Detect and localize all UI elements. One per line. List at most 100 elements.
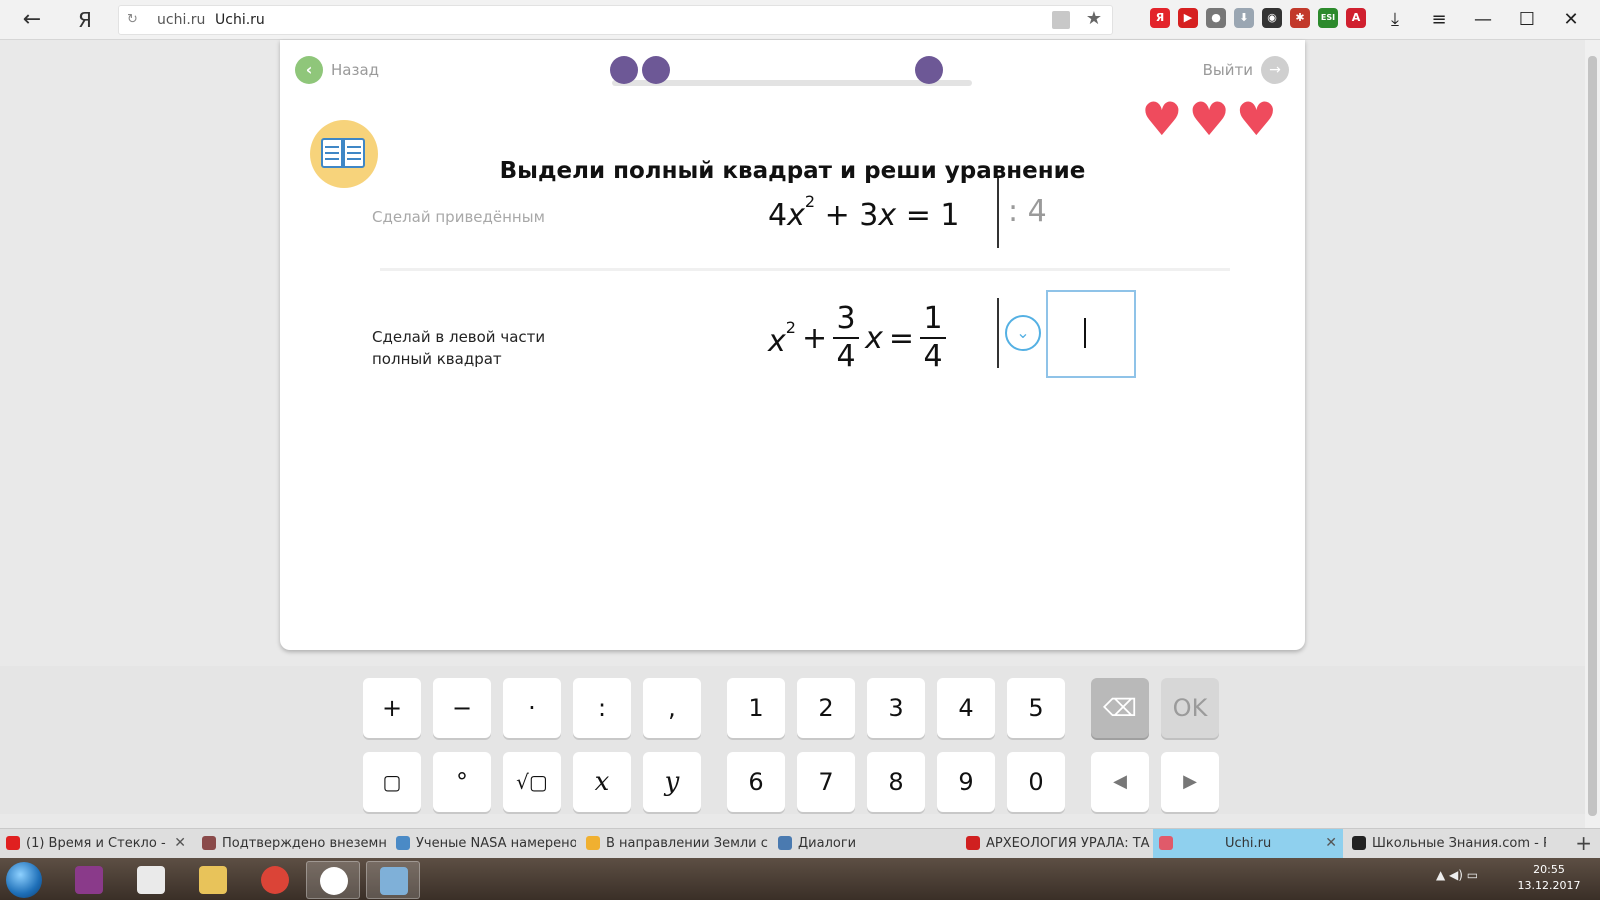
exit-label: Выйти: [1202, 61, 1253, 79]
tab-title: Школьные Знания.com - Р: [1372, 836, 1546, 851]
task-card: ‹ Назад Выйти → Выдели полный квадрат и …: [280, 40, 1305, 650]
minimize-icon[interactable]: —: [1468, 6, 1498, 34]
key-7[interactable]: 7: [797, 752, 855, 812]
downloads-icon[interactable]: ⤓: [1380, 6, 1410, 34]
browser-tab[interactable]: Подтверждено внеземное: [196, 829, 386, 858]
step1-label: Сделай приведённым: [372, 208, 545, 226]
bulb-icon[interactable]: ●: [1206, 8, 1226, 28]
taskbar-app-explorer[interactable]: [186, 861, 240, 899]
esi-icon[interactable]: ESI: [1318, 8, 1338, 28]
lock-icon[interactable]: [1052, 11, 1070, 29]
window-controls: ⤓ ≡ — ☐ ✕: [1380, 6, 1586, 34]
yandex-icon[interactable]: Я: [1150, 8, 1170, 28]
znania-icon: [1352, 836, 1366, 850]
right-arrow-icon[interactable]: ▶: [1161, 752, 1219, 812]
location-icon[interactable]: ◉: [1262, 8, 1282, 28]
extension-icons: Я ▶ ● ⬇ ◉ ✱ ESI A: [1150, 8, 1366, 28]
tab-close-icon[interactable]: ✕: [174, 829, 186, 858]
chat-icon: [778, 836, 792, 850]
key-8[interactable]: 8: [867, 752, 925, 812]
yandex-browser-icon: [320, 867, 348, 895]
browser-tab[interactable]: Ученые NASA намерено ск: [390, 829, 576, 858]
key-9[interactable]: 9: [937, 752, 995, 812]
page-scrollbar[interactable]: [1585, 40, 1600, 828]
taskbar-app-chrome[interactable]: [248, 861, 302, 899]
key-degree[interactable]: °: [433, 752, 491, 812]
reload-icon[interactable]: ↻: [127, 12, 138, 27]
start-button[interactable]: [6, 862, 42, 898]
uchi-icon: [1159, 836, 1173, 850]
browser-tab[interactable]: АРХЕОЛОГИЯ УРАЛА: ТАЙ: [960, 829, 1150, 858]
taskbar-clock[interactable]: 20:55 13.12.2017: [1514, 862, 1584, 894]
z-icon: [966, 836, 980, 850]
math-keypad: + − · : , 1 2 3 4 5 ⌫ OK ▢ ° √▢ x y 6 7 …: [0, 666, 1585, 814]
key-6[interactable]: 6: [727, 752, 785, 812]
address-page-title: Uchi.ru: [215, 12, 265, 28]
taskbar-app-media-player[interactable]: [124, 861, 178, 899]
browser-tab[interactable]: Школьные Знания.com - Р: [1346, 829, 1546, 858]
rg-icon: [202, 836, 216, 850]
text-caret: [1084, 318, 1086, 348]
menu-icon[interactable]: ≡: [1424, 6, 1454, 34]
heart-icon: ♥: [1188, 92, 1230, 146]
scrollbar-thumb[interactable]: [1588, 56, 1597, 816]
sqrt-icon[interactable]: √▢: [503, 752, 561, 812]
browser-tab[interactable]: Диалоги: [772, 829, 956, 858]
taskbar-app-yandex[interactable]: [306, 861, 360, 899]
film-icon: [137, 866, 165, 894]
key-y[interactable]: y: [643, 752, 701, 812]
folder-icon: [199, 866, 227, 894]
youtube-icon[interactable]: ▶: [1178, 8, 1198, 28]
key-0[interactable]: 0: [1007, 752, 1065, 812]
adobe-icon[interactable]: A: [1346, 8, 1366, 28]
operation-dropdown-button[interactable]: ⌄: [1005, 315, 1041, 351]
browser-back-icon[interactable]: ←: [18, 6, 46, 34]
close-icon[interactable]: ✕: [1556, 6, 1586, 34]
key-4[interactable]: 4: [937, 678, 995, 738]
progress-track: [612, 80, 972, 86]
key-3[interactable]: 3: [867, 678, 925, 738]
key-plus[interactable]: +: [363, 678, 421, 738]
task-title: Выдели полный квадрат и реши уравнение: [499, 158, 1086, 184]
tab-title: Uchi.ru: [1225, 836, 1272, 851]
globe-icon: [396, 836, 410, 850]
windows-taskbar: ▲ ◀) ▭ 20:55 13.12.2017: [0, 858, 1600, 900]
browser-tab[interactable]: В направлении Земли с ко: [580, 829, 768, 858]
tab-title: (1) Время и Стекло -: [26, 836, 166, 851]
key-minus[interactable]: −: [433, 678, 491, 738]
download-arrow-icon[interactable]: ⬇: [1234, 8, 1254, 28]
bug-icon[interactable]: ✱: [1290, 8, 1310, 28]
exit-button[interactable]: Выйти →: [1203, 56, 1289, 84]
key-comma[interactable]: ,: [643, 678, 701, 738]
taskbar-app-winrar[interactable]: [62, 861, 116, 899]
key-1[interactable]: 1: [727, 678, 785, 738]
maximize-icon[interactable]: ☐: [1512, 6, 1542, 34]
tab-close-icon[interactable]: ✕: [1325, 829, 1337, 858]
answer-input[interactable]: [1046, 290, 1136, 378]
bookmark-star-icon[interactable]: ★: [1086, 8, 1102, 29]
step1-divisor: : 4: [1008, 194, 1047, 229]
fraction-icon[interactable]: ▢: [363, 752, 421, 812]
left-arrow-icon[interactable]: ◀: [1091, 752, 1149, 812]
key-divide[interactable]: :: [573, 678, 631, 738]
exit-icon: →: [1261, 56, 1289, 84]
key-5[interactable]: 5: [1007, 678, 1065, 738]
address-domain: uchi.ru: [157, 12, 206, 28]
address-bar[interactable]: ↻ uchi.ru Uchi.ru ★: [118, 5, 1113, 35]
clock-date: 13.12.2017: [1517, 879, 1581, 892]
browser-tab[interactable]: (1) Время и Стекло - ✕: [0, 829, 192, 858]
tab-title: АРХЕОЛОГИЯ УРАЛА: ТАЙ: [986, 836, 1150, 851]
progress-dot-1: [610, 56, 638, 84]
key-multiply[interactable]: ·: [503, 678, 561, 738]
new-tab-button[interactable]: +: [1575, 829, 1592, 858]
taskbar-app-paint[interactable]: [366, 861, 420, 899]
browser-tab[interactable]: Uchi.ru ✕: [1153, 829, 1343, 858]
chrome-icon: [261, 866, 289, 894]
ok-button[interactable]: OK: [1161, 678, 1219, 738]
system-tray[interactable]: ▲ ◀) ▭: [1436, 868, 1478, 882]
key-2[interactable]: 2: [797, 678, 855, 738]
yandex-logo-icon[interactable]: Я: [78, 6, 100, 34]
key-x[interactable]: x: [573, 752, 631, 812]
backspace-icon[interactable]: ⌫: [1091, 678, 1149, 738]
back-button[interactable]: ‹ Назад: [295, 56, 379, 84]
